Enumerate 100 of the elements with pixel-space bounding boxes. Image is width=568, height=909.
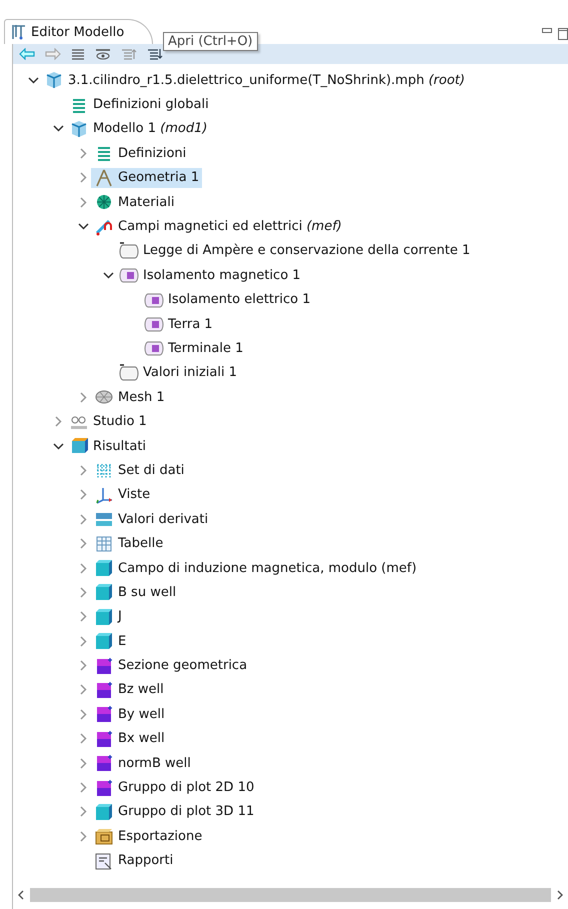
tree-item-label[interactable]: Definizioni globali (93, 97, 209, 112)
cube-icon (69, 120, 89, 138)
list-icon[interactable] (71, 48, 85, 60)
square-icon (94, 778, 114, 797)
tree-item-label[interactable]: Sezione geometrica (118, 658, 248, 674)
chevron-right-icon[interactable] (80, 611, 86, 622)
chevron-right-icon[interactable] (80, 562, 86, 574)
cube-icon (94, 802, 114, 821)
chevron-down-icon[interactable] (28, 76, 38, 84)
square-icon (94, 754, 114, 772)
compass-icon (94, 168, 114, 187)
chevron-right-icon[interactable] (80, 636, 86, 647)
square-icon (94, 705, 114, 724)
axes-icon (94, 486, 114, 504)
cylinder-icon (144, 315, 164, 334)
scrollbar-thumb[interactable] (30, 888, 551, 902)
tree-item-label[interactable]: E (118, 634, 126, 649)
chevron-right-icon[interactable] (80, 392, 86, 403)
back-arrow-icon[interactable] (19, 48, 35, 60)
forward-arrow-icon[interactable] (45, 48, 61, 60)
editor-tab[interactable]: Editor Modello (4, 19, 154, 44)
tree-item-label[interactable]: Valori derivati (118, 512, 208, 527)
scroll-left-icon[interactable] (17, 890, 24, 900)
model-tree-icon (11, 23, 27, 41)
tree-item-label[interactable]: Esportazione (118, 828, 202, 844)
scroll-right-icon[interactable] (557, 890, 564, 900)
chevron-down-icon[interactable] (78, 223, 88, 230)
tree-item-label[interactable]: Terminale 1 (168, 340, 244, 356)
cube-icon (94, 559, 114, 577)
chevron-right-icon[interactable] (80, 660, 86, 672)
chevron-down-icon[interactable] (52, 125, 64, 132)
tree-item-label[interactable]: Mesh 1 (118, 390, 165, 405)
table-icon (94, 534, 114, 553)
chevron-right-icon[interactable] (80, 758, 86, 769)
chevron-right-icon[interactable] (80, 830, 86, 842)
magnet-icon (94, 218, 114, 236)
tree-item-label[interactable]: Isolamento elettrico 1 (168, 292, 310, 308)
tree-item-label[interactable]: Tabelle (118, 536, 164, 552)
chevron-right-icon[interactable] (80, 464, 86, 476)
cube-icon (94, 608, 114, 626)
minimize-icon[interactable] (542, 28, 552, 34)
tooltip: Apri (Ctrl+O) (163, 32, 258, 51)
tree-item-label[interactable]: B su well (118, 584, 176, 600)
square-icon (94, 680, 114, 699)
tree-item-label[interactable]: Legge di Ampère e conservazione della corrente 1 (143, 243, 470, 258)
tree-item-label[interactable]: Viste (118, 487, 150, 502)
chevron-right-icon[interactable] (80, 586, 86, 598)
tree-item-label[interactable]: Terra 1 (168, 316, 213, 332)
square-icon (94, 730, 114, 748)
cube-icon (94, 583, 114, 602)
tree-item-label[interactable]: By well (118, 706, 165, 722)
tree-item-label[interactable]: 3.1.cilindro_r1.5.dielettrico_uniforme(T_NoShrink).mph (root) (68, 72, 465, 88)
tree-item-label[interactable]: Gruppo di plot 2D 10 (118, 780, 254, 796)
tree-item-label[interactable]: Modello 1 (mod1) (93, 121, 208, 136)
chevron-right-icon[interactable] (80, 538, 86, 550)
tree-item-label[interactable]: Campi magnetici ed elettrici (mef) (118, 219, 342, 234)
chevron-right-icon[interactable] (80, 514, 86, 525)
tree-item-label[interactable]: Gruppo di plot 3D 11 (118, 804, 254, 820)
chevron-down-icon[interactable] (102, 272, 114, 279)
chevron-right-icon[interactable] (54, 416, 62, 428)
tree-item-label[interactable]: Bx well (118, 731, 165, 746)
chevron-right-icon[interactable] (80, 148, 86, 159)
square-icon (94, 656, 114, 675)
mesh-icon (94, 388, 114, 406)
report-icon (94, 852, 114, 870)
chevron-right-icon[interactable] (80, 684, 86, 696)
chart-cube-icon (69, 437, 89, 456)
cylinder-icon (119, 242, 139, 260)
tree-item-label[interactable]: Isolamento magnetico 1 (143, 268, 301, 283)
chevron-right-icon[interactable] (80, 489, 86, 500)
cube-icon (94, 632, 114, 650)
maximize-icon[interactable] (558, 28, 568, 40)
chevron-right-icon[interactable] (80, 782, 86, 794)
tree-item-label[interactable]: Set di dati (118, 462, 184, 478)
tree-item-label[interactable]: Risultati (93, 438, 146, 454)
tree-item-label[interactable]: Campo di induzione magnetica, modulo (mef) (118, 560, 417, 576)
grid-ball-icon (94, 193, 114, 212)
tree-item-label[interactable]: Definizioni (118, 146, 186, 161)
chevron-right-icon[interactable] (80, 196, 86, 208)
tree-item-label[interactable]: Valori iniziali 1 (143, 365, 237, 380)
chevron-right-icon[interactable] (80, 806, 86, 818)
tree-item-label[interactable]: normB well (118, 756, 191, 771)
box-icon (94, 827, 114, 846)
tree-item-label[interactable]: Studio 1 (93, 414, 147, 430)
cube-icon (44, 71, 64, 90)
expand-list-icon[interactable] (147, 48, 163, 60)
collapse-list-icon[interactable] (121, 48, 137, 60)
cylinder-icon (144, 290, 164, 309)
chevron-right-icon[interactable] (80, 708, 86, 720)
tree-item-label[interactable]: J (118, 609, 122, 624)
cylinder-icon (119, 364, 139, 382)
tree-item-label[interactable]: Materiali (118, 194, 174, 210)
eye-icon[interactable] (95, 48, 111, 60)
chevron-down-icon[interactable] (52, 442, 64, 450)
cylinder-icon (144, 339, 164, 358)
chevron-right-icon[interactable] (80, 172, 86, 184)
chevron-right-icon[interactable] (80, 733, 86, 744)
tree-item-label[interactable]: Rapporti (118, 853, 174, 868)
tree-item-label[interactable]: Bz well (118, 682, 164, 698)
cylinder-icon (119, 266, 139, 284)
